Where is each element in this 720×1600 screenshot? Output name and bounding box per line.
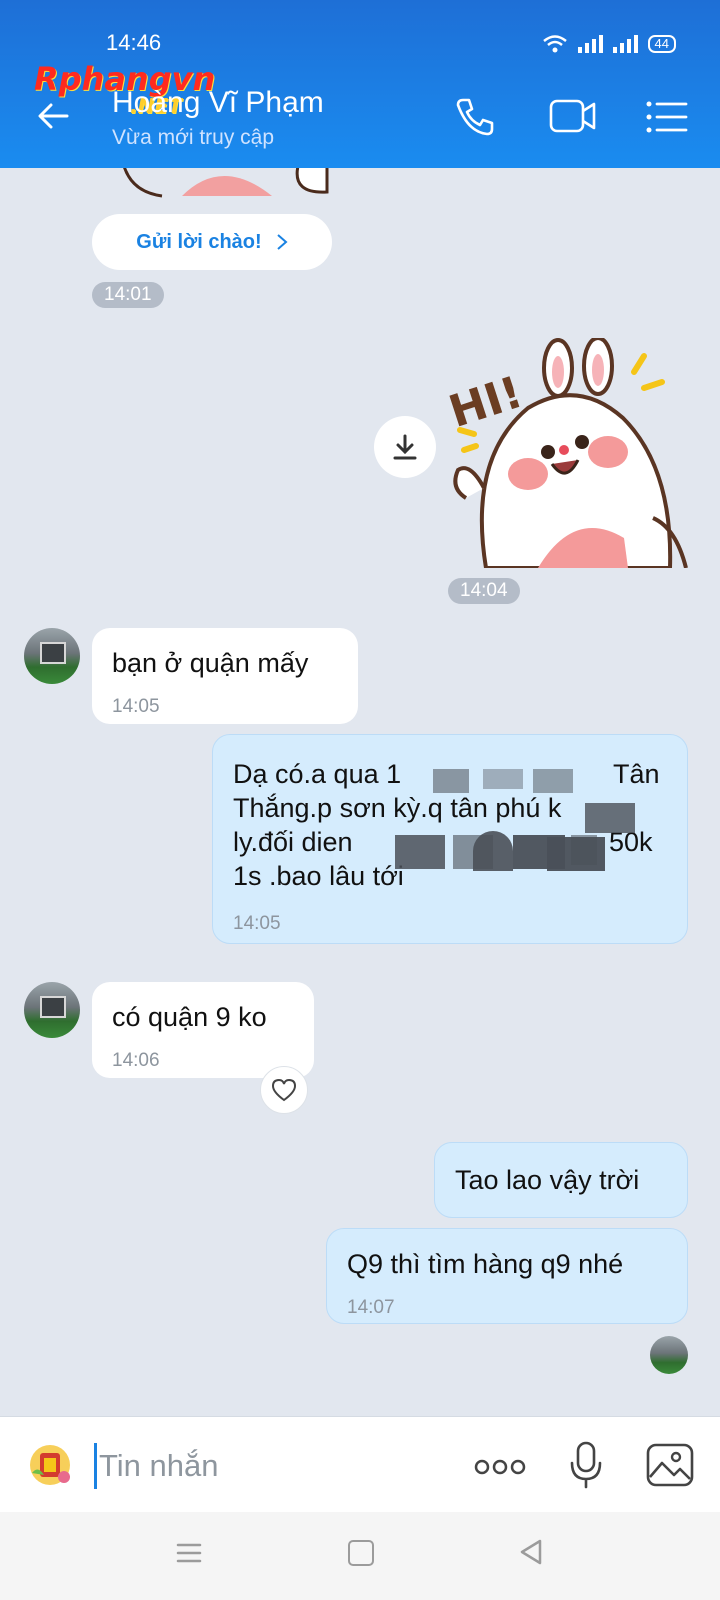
microphone-icon: [570, 1441, 602, 1489]
message-time: 14:05: [112, 696, 160, 717]
message-text: bạn ở quận mấy: [112, 648, 309, 678]
phone-icon: [456, 98, 494, 136]
home-button[interactable]: [348, 1540, 374, 1566]
redacted-block: [585, 803, 635, 833]
redacted-block: [433, 769, 469, 793]
call-button[interactable]: [454, 96, 496, 143]
heart-icon: [271, 1078, 297, 1102]
signal-icon: [577, 35, 603, 53]
voice-record-button[interactable]: [568, 1441, 604, 1494]
message-text: Q9 thì tìm hàng q9 nhé: [347, 1249, 624, 1279]
image-icon: [646, 1443, 694, 1487]
message-time: 14:06: [112, 1050, 160, 1071]
outgoing-message[interactable]: Q9 thì tìm hàng q9 nhé 14:07: [326, 1228, 688, 1324]
more-dots-icon: [474, 1459, 526, 1475]
redacted-block: [473, 831, 513, 871]
message-time: 14:05: [233, 913, 281, 934]
contact-name[interactable]: Hoàng Vĩ Phạm: [112, 86, 324, 120]
triangle-back-icon: [520, 1539, 542, 1565]
time-pill: 14:01: [92, 282, 164, 308]
download-icon: [393, 434, 417, 460]
message-line-1: Dạ có.a qua 1: [233, 759, 402, 789]
recent-apps-button[interactable]: [176, 1542, 202, 1569]
download-button[interactable]: [374, 416, 436, 478]
list-menu-icon: [646, 101, 688, 133]
chat-area[interactable]: Gửi lời chào! 14:01 HI! 14:04 bạn ở quận…: [0, 168, 720, 1416]
send-image-button[interactable]: [646, 1443, 694, 1492]
message-fragment-1: Tân: [613, 759, 660, 789]
signal-icon-2: [612, 35, 638, 53]
system-navigation-bar: [0, 1512, 720, 1600]
contact-avatar[interactable]: [24, 982, 80, 1038]
chat-options-button[interactable]: [646, 100, 688, 139]
battery-icon: 44: [647, 35, 676, 53]
hi-bunny-sticker[interactable]: HI!: [448, 338, 694, 568]
bunny-sticker-partial: [123, 168, 329, 198]
send-greeting-button[interactable]: Gửi lời chào!: [92, 214, 332, 270]
sticker-button[interactable]: [28, 1443, 72, 1487]
redacted-block: [533, 769, 573, 793]
video-call-button[interactable]: [548, 96, 598, 141]
outgoing-message[interactable]: Dạ có.a qua 1 Tân Thắng.p sơn kỳ.q tân p…: [212, 734, 688, 944]
arrow-left-icon: [38, 103, 69, 129]
outgoing-message[interactable]: Tao lao vậy trời: [434, 1142, 688, 1218]
wifi-icon: [542, 35, 567, 53]
chevron-right-icon: [277, 234, 288, 250]
sticker-icon: [30, 1445, 70, 1485]
message-time: 14:07: [347, 1297, 395, 1318]
message-text: Tao lao vậy trời: [455, 1165, 640, 1195]
react-heart-button[interactable]: [260, 1066, 308, 1114]
seen-avatar: [650, 1336, 688, 1374]
redacted-block: [395, 835, 445, 869]
message-composer: [0, 1416, 720, 1513]
message-line-4: 1s .bao lâu tới: [233, 861, 404, 891]
message-line-2: Thắng.p sơn kỳ.q tân phú k: [233, 793, 562, 823]
message-input[interactable]: [94, 1443, 421, 1489]
status-icons: 44: [542, 34, 676, 54]
top-bar: 14:46 44 Rphangvn .NET Hoàng Vĩ Phạm Vừa …: [0, 0, 720, 168]
redacted-block: [547, 837, 605, 871]
menu-lines-icon: [176, 1543, 202, 1563]
greeting-label: Gửi lời chào!: [136, 230, 262, 253]
incoming-message[interactable]: bạn ở quận mấy 14:05: [92, 628, 358, 724]
system-back-button[interactable]: [518, 1538, 544, 1571]
back-button[interactable]: [30, 98, 76, 144]
time-pill: 14:04: [448, 578, 520, 604]
contact-status: Vừa mới truy cập: [112, 126, 275, 149]
incoming-message[interactable]: có quận 9 ko 14:06: [92, 982, 314, 1078]
more-options-button[interactable]: [474, 1453, 526, 1484]
message-text: có quận 9 ko: [112, 1002, 267, 1032]
contact-avatar[interactable]: [24, 628, 80, 684]
message-line-3: ly.đối dien: [233, 827, 353, 857]
video-camera-icon: [549, 99, 596, 133]
redacted-block: [483, 769, 523, 789]
status-time: 14:46: [106, 30, 162, 55]
